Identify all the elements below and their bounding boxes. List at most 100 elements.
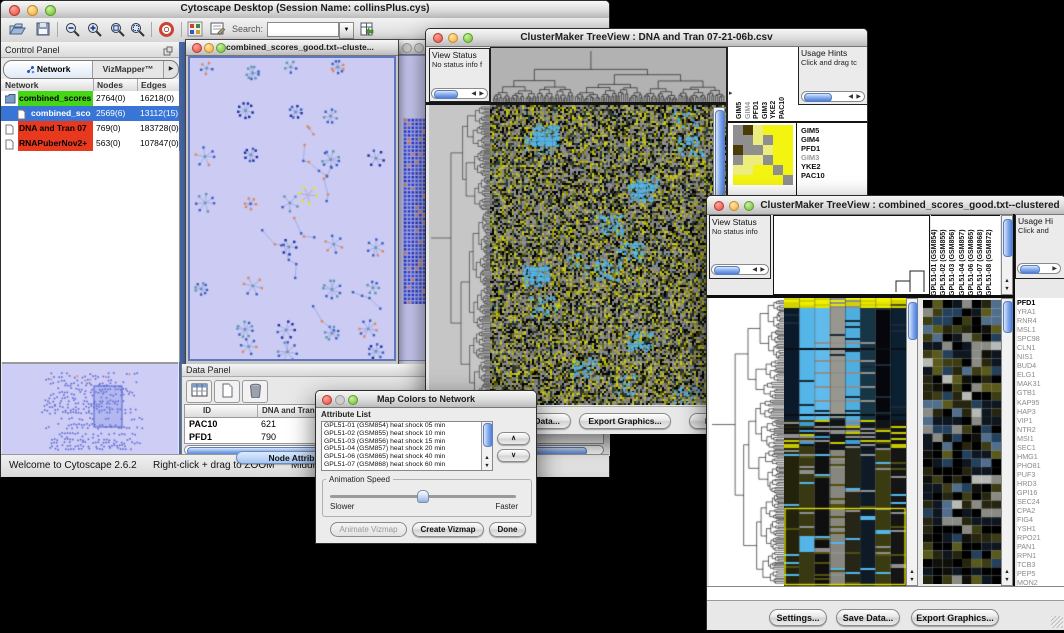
network-overview-canvas[interactable] bbox=[3, 365, 177, 455]
resize-grip[interactable] bbox=[1051, 616, 1063, 628]
scroll-right-icon[interactable]: ▶ bbox=[479, 90, 484, 98]
tab-vizmapper[interactable]: VizMapper™ bbox=[93, 61, 164, 78]
hscroll-track-area[interactable] bbox=[707, 586, 1064, 601]
gene-label: RPN1 bbox=[1017, 551, 1064, 560]
scrollbar-thumb[interactable] bbox=[1003, 301, 1013, 333]
tab-overflow-arrow-icon[interactable]: ▶ bbox=[164, 61, 178, 78]
network-view-canvas[interactable] bbox=[190, 58, 394, 359]
combined-heatmap-canvas[interactable] bbox=[784, 298, 906, 586]
usage-hints-panel: Usage Hints Click and drag tc ◀▶ bbox=[798, 47, 867, 105]
column-label: GPL51-01 (GSM854) bbox=[931, 218, 938, 296]
col-header-network[interactable]: Network bbox=[5, 79, 39, 91]
search-dropdown-icon[interactable]: ▼ bbox=[339, 22, 354, 39]
zoom-fit-icon[interactable] bbox=[109, 21, 126, 43]
scroll-up-icon[interactable]: ▲ bbox=[1002, 569, 1012, 576]
network-list-row[interactable]: RNAPuberNov2+563(0)107847(0) bbox=[1, 136, 179, 151]
scroll-down-icon[interactable]: ▼ bbox=[482, 463, 492, 470]
close-button[interactable] bbox=[192, 43, 202, 53]
create-vizmap-button[interactable]: Create Vizmap bbox=[412, 522, 484, 537]
combined-column-labels: GPL51-01 (GSM854)GPL51-02 (GSM855)GPL51-… bbox=[931, 215, 1000, 296]
minimize-button[interactable] bbox=[414, 43, 424, 53]
scroll-right-icon[interactable]: ▶ bbox=[856, 93, 861, 101]
float-panel-icon[interactable] bbox=[163, 45, 173, 61]
attribute-list-item[interactable]: GPL51-03 (GSM856) heat shock 15 min bbox=[322, 438, 492, 446]
scroll-right-icon[interactable]: ▶ bbox=[760, 266, 765, 274]
close-button[interactable] bbox=[402, 43, 412, 53]
usage-hints-scrollbar[interactable]: ◀▶ bbox=[801, 91, 865, 102]
dialog-titlebar[interactable]: Map Colors to Network bbox=[316, 391, 536, 408]
scrollbar-thumb[interactable] bbox=[1003, 219, 1013, 257]
speed-slider-thumb[interactable] bbox=[417, 490, 429, 503]
scrollbar-thumb[interactable] bbox=[908, 302, 918, 340]
scroll-up-icon[interactable]: ▲ bbox=[1002, 278, 1012, 285]
tab-network[interactable]: Network bbox=[4, 61, 93, 78]
heatmap-vscrollbar[interactable]: ▲ ▼ bbox=[906, 298, 918, 586]
scroll-up-icon[interactable]: ▲ bbox=[907, 569, 917, 576]
animate-vizmap-button[interactable]: Animate Vizmap bbox=[330, 522, 407, 537]
treeview-combined-titlebar[interactable]: ClusterMaker TreeView : combined_scores_… bbox=[707, 196, 1064, 215]
main-titlebar[interactable]: Cytoscape Desktop (Session Name: collins… bbox=[1, 1, 609, 19]
scroll-left-icon[interactable]: ◀ bbox=[752, 266, 757, 274]
close-button[interactable] bbox=[714, 201, 724, 211]
scroll-up-icon[interactable]: ▲ bbox=[482, 455, 492, 462]
zoom-heatmap-canvas[interactable] bbox=[923, 300, 1001, 584]
export-graphics-button[interactable]: Export Graphics... bbox=[911, 609, 999, 626]
attribute-table-icon[interactable] bbox=[186, 380, 212, 403]
help-lifesaver-icon[interactable] bbox=[158, 21, 175, 43]
similarity-cell bbox=[743, 155, 753, 165]
settings-button[interactable]: Settings... bbox=[769, 609, 827, 626]
new-attribute-icon[interactable] bbox=[214, 380, 240, 403]
zoom-button[interactable] bbox=[216, 43, 226, 53]
scroll-left-icon[interactable]: ◀ bbox=[848, 93, 853, 101]
scroll-down-icon[interactable]: ▼ bbox=[907, 577, 917, 584]
col-header-edges[interactable]: Edges bbox=[137, 79, 167, 91]
delete-attribute-trash-icon[interactable] bbox=[242, 380, 268, 403]
similarity-matrix[interactable] bbox=[733, 125, 793, 185]
dna-heatmap-canvas[interactable] bbox=[490, 105, 726, 405]
attribute-list-item[interactable]: GPL51-01 (GSM854) heat shock 05 min bbox=[322, 422, 492, 430]
gene-list-vscrollbar[interactable]: ▲ ▼ bbox=[1001, 298, 1013, 586]
open-session-icon[interactable] bbox=[9, 21, 27, 42]
save-data-button[interactable]: Save Data... bbox=[836, 609, 900, 626]
minimize-button[interactable] bbox=[204, 43, 214, 53]
network-list-row[interactable]: combined_sco2569(6)13112(15) bbox=[1, 106, 179, 121]
scroll-right-icon[interactable]: ▶ bbox=[1052, 265, 1057, 273]
save-session-icon[interactable] bbox=[35, 21, 51, 42]
attribute-list-vscrollbar[interactable]: ▲ ▼ bbox=[481, 422, 492, 470]
view-status-scrollbar[interactable]: ◀▶ bbox=[431, 88, 488, 99]
treeview-dna-titlebar[interactable]: ClusterMaker TreeView : DNA and Tran 07-… bbox=[426, 29, 867, 47]
export-graphics-button[interactable]: Export Graphics... bbox=[579, 413, 671, 429]
search-input[interactable] bbox=[267, 22, 339, 37]
zoom-selected-icon[interactable] bbox=[129, 21, 146, 43]
zoom-in-icon[interactable] bbox=[86, 21, 103, 43]
attribute-list-item[interactable]: GPL51-06 (GSM865) heat shock 40 min bbox=[322, 453, 492, 461]
scroll-left-icon[interactable]: ◀ bbox=[471, 90, 476, 98]
col-header-nodes[interactable]: Nodes bbox=[93, 79, 123, 91]
attribute-list-item[interactable]: GPL51-07 (GSM868) heat shock 60 min bbox=[322, 461, 492, 469]
minimize-button[interactable] bbox=[729, 201, 739, 211]
splitter-arrow-icon[interactable]: ▸ bbox=[729, 89, 733, 97]
similarity-cell bbox=[783, 165, 793, 175]
scroll-down-icon[interactable]: ▼ bbox=[1002, 286, 1012, 293]
row-label: PFD1 bbox=[801, 144, 861, 153]
network-list-row[interactable]: DNA and Tran 07769(0)183728(0) bbox=[1, 121, 179, 136]
column-tree-area[interactable] bbox=[773, 215, 930, 295]
move-down-button[interactable]: ∨ bbox=[497, 449, 530, 462]
scrollbar-thumb[interactable] bbox=[483, 423, 493, 447]
network-list-row[interactable]: combined_scores2764(0)16218(0) bbox=[1, 91, 179, 106]
move-up-button[interactable]: ∧ bbox=[497, 432, 530, 445]
zoom-button[interactable] bbox=[744, 201, 754, 211]
zoom-out-icon[interactable] bbox=[64, 21, 81, 43]
done-button[interactable]: Done bbox=[489, 522, 526, 537]
scroll-down-icon[interactable]: ▼ bbox=[1002, 577, 1012, 584]
col-header-id[interactable]: ID bbox=[203, 405, 211, 417]
attribute-list-item[interactable]: GPL51-02 (GSM855) heat shock 10 min bbox=[322, 430, 492, 438]
column-dendrogram-canvas[interactable] bbox=[490, 47, 728, 104]
row-dendrogram-canvas[interactable] bbox=[429, 105, 490, 405]
column-label: PAC10 bbox=[779, 51, 786, 119]
view-status-scrollbar[interactable]: ◀▶ bbox=[711, 264, 769, 275]
column-labels-vscrollbar[interactable]: ▲ ▼ bbox=[1001, 215, 1013, 295]
row-dendrogram-canvas[interactable] bbox=[709, 298, 784, 586]
attribute-list-item[interactable]: GPL51-04 (GSM857) heat shock 20 min bbox=[322, 445, 492, 453]
usage-hints-scrollbar[interactable]: ▶ bbox=[1017, 263, 1061, 274]
